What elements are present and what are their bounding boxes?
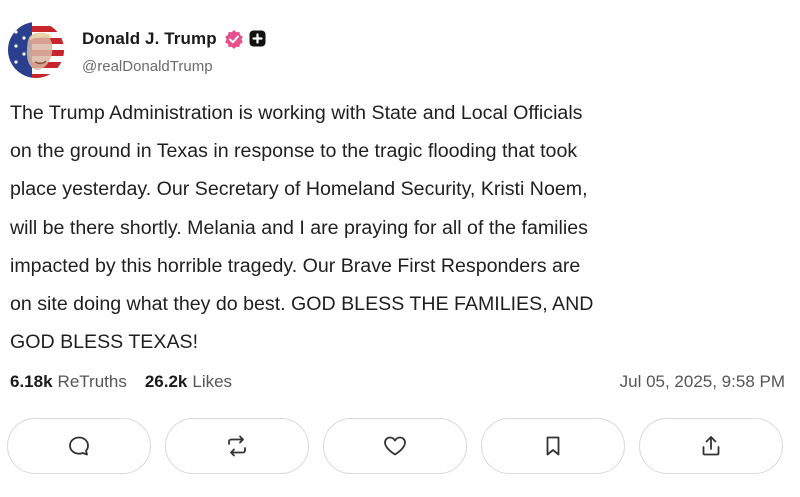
share-icon [702,436,720,456]
post-body-text: The Trump Administration is working with… [10,102,594,354]
like-heart-icon [384,436,406,456]
post-header: Donald J. Trump @realDonaldTrump [8,20,266,80]
author-handle[interactable]: @realDonaldTrump [82,58,266,75]
bookmark-icon [546,436,560,456]
share-button[interactable] [639,418,783,474]
retruths-count[interactable]: 6.18k [10,372,53,392]
retruth-button[interactable] [165,418,309,474]
reply-button[interactable] [7,418,151,474]
likes-count[interactable]: 26.2k [145,372,188,392]
author-identity: Donald J. Trump @realDonaldTrump [82,26,266,75]
avatar[interactable] [8,22,64,78]
bookmark-button[interactable] [481,418,625,474]
post-stats: 6.18k ReTruths 26.2k Likes Jul 05, 2025,… [10,370,785,394]
retruths-label[interactable]: ReTruths [58,372,127,392]
like-button[interactable] [323,418,467,474]
post-timestamp: Jul 05, 2025, 9:58 PM [619,372,785,391]
retruth-icon [228,435,246,457]
truth-post: Donald J. Trump @realDonaldTrump The Tru… [0,0,800,497]
name-row: Donald J. Trump [82,26,266,52]
post-action-bar [7,418,787,476]
truth-plus-icon [249,30,266,47]
verified-badge-icon [224,29,244,49]
likes-label[interactable]: Likes [192,372,232,392]
author-display-name[interactable]: Donald J. Trump [82,29,217,49]
reply-icon [69,436,89,456]
